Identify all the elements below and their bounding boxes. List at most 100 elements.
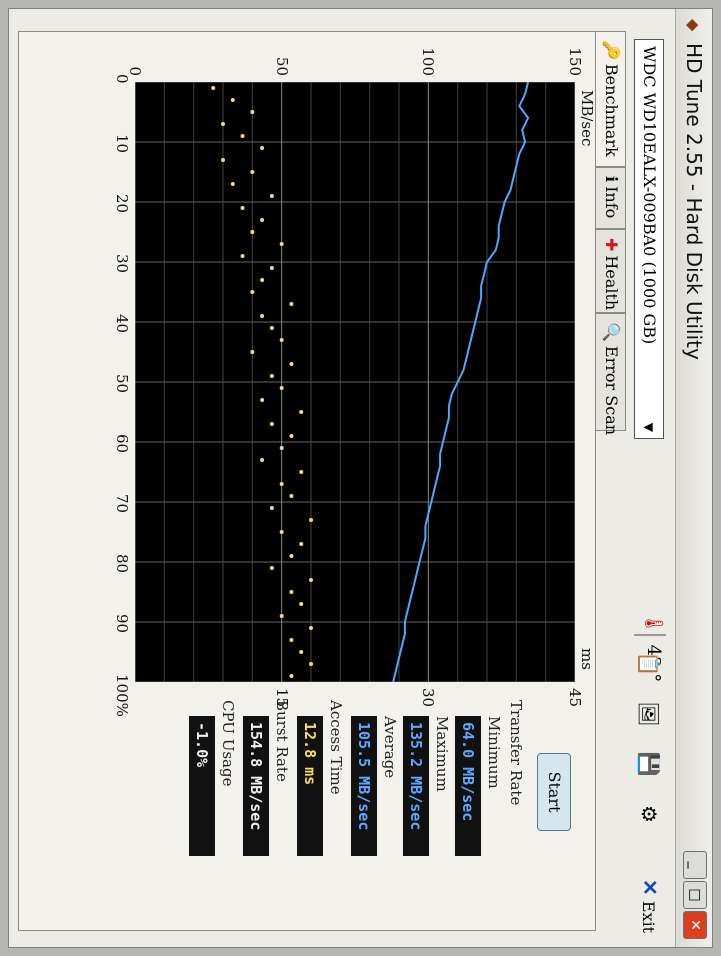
access-time-point <box>289 494 294 498</box>
access-time-point <box>260 218 265 222</box>
y-left-unit: MB/sec <box>578 90 596 147</box>
maximize-button[interactable]: □ <box>683 881 707 909</box>
access-time-point <box>260 146 265 150</box>
access-time-point <box>299 602 304 606</box>
x-tick-label: 50 <box>113 374 131 394</box>
access-time-point <box>289 590 294 594</box>
access-time-point <box>221 122 225 126</box>
exit-button[interactable]: ✕ Exit <box>638 879 662 933</box>
access-time-point <box>299 410 304 414</box>
options-button[interactable]: ⚙ <box>634 799 664 829</box>
info-icon: ℹ <box>602 176 621 183</box>
copy-text-button[interactable]: 📋 <box>634 649 664 679</box>
access-time-point <box>260 314 265 318</box>
maximum-value: 135.2 MB/sec <box>403 716 429 856</box>
access-time-point <box>260 458 265 462</box>
access-time-point <box>289 638 294 642</box>
transfer-rate-label: Transfer Rate <box>507 700 525 806</box>
access-time-point <box>279 446 284 450</box>
burst-rate-value: 154.8 MB/sec <box>243 716 269 856</box>
average-label: Average <box>381 716 399 779</box>
copy-image-icon: 🖼 <box>637 701 661 727</box>
x-tick-label: 20 <box>113 194 131 214</box>
access-time-point <box>309 626 313 630</box>
access-time-point <box>269 506 274 510</box>
access-time-point <box>269 374 274 378</box>
access-time-point <box>279 614 284 618</box>
rotated-screen: ◆ HD Tune 2.55 - Hard Disk Utility _ □ ✕… <box>0 0 721 956</box>
title-bar[interactable]: ◆ HD Tune 2.55 - Hard Disk Utility _ □ ✕ <box>675 9 712 947</box>
access-time-point <box>240 254 245 258</box>
x-tick-label: 0 <box>113 74 131 84</box>
y-right-tick-label: 15 <box>272 688 291 708</box>
access-time-label: Access Time <box>327 700 345 795</box>
tab-label: Benchmark <box>602 63 621 157</box>
minimize-button[interactable]: _ <box>683 851 707 879</box>
thermometer-icon: 🌡 <box>643 612 664 635</box>
close-button[interactable]: ✕ <box>683 911 707 939</box>
x-tick-label: 90 <box>113 614 131 634</box>
burst-rate-label: Burst Rate <box>273 700 291 782</box>
access-time-point <box>240 134 245 138</box>
access-time-point <box>250 170 255 174</box>
copy-image-button[interactable]: 🖼 <box>634 699 664 729</box>
tab-info[interactable]: ℹ Info <box>596 167 626 229</box>
access-time-point <box>240 206 245 210</box>
minimum-value: 64.0 MB/sec <box>455 716 481 856</box>
drive-select[interactable]: WDC WD10EALX-009BA0 (1000 GB) ▼ <box>634 39 664 439</box>
access-time-point <box>299 542 304 546</box>
access-time-point <box>279 242 284 246</box>
y-left-tick-label: 100 <box>419 47 438 76</box>
access-time-point <box>299 650 304 654</box>
cpu-usage-value: -1.0% <box>189 716 215 856</box>
x-tick-label: 80 <box>113 554 131 574</box>
access-time-point <box>289 302 294 306</box>
y-right-tick-label: 30 <box>419 688 438 708</box>
access-time-point <box>250 230 255 234</box>
benchmark-icon: 🔑 <box>602 40 621 60</box>
tab-error-scan[interactable]: 🔍 Error Scan <box>596 313 626 435</box>
chevron-down-icon: ▼ <box>642 422 656 432</box>
x-tick-label: 10 <box>113 134 131 154</box>
access-time-point <box>299 470 304 474</box>
options-icon: ⚙ <box>637 805 661 823</box>
chart-svg <box>135 82 575 682</box>
access-time-point <box>269 326 274 330</box>
copy-text-icon: 📋 <box>637 651 661 677</box>
access-time-point <box>230 98 235 102</box>
access-time-point <box>269 422 274 426</box>
x-tick-label: 30 <box>113 254 131 274</box>
cpu-usage-label: CPU Usage <box>219 700 237 787</box>
tab-label: Info <box>602 186 621 219</box>
access-time-point <box>221 158 225 162</box>
error-scan-icon: 🔍 <box>602 322 621 342</box>
access-time-point <box>269 194 274 198</box>
exit-label: Exit <box>639 900 658 934</box>
access-time-point <box>279 338 284 342</box>
access-time-point <box>309 662 313 666</box>
access-time-point <box>279 386 284 390</box>
x-tick-label: 40 <box>113 314 131 334</box>
y-right-unit: ms <box>578 648 596 670</box>
exit-icon: ✕ <box>638 879 662 896</box>
access-time-point <box>309 518 313 522</box>
access-time-point <box>260 398 265 402</box>
maximum-label: Maximum <box>433 716 451 792</box>
x-tick-label: 100% <box>113 674 131 717</box>
access-time-point <box>279 530 284 534</box>
access-time-point <box>289 362 294 366</box>
start-button[interactable]: Start <box>537 753 571 831</box>
tab-health[interactable]: ✚ Health <box>596 229 626 313</box>
access-time-point <box>260 278 265 282</box>
minimum-label: Minimum <box>485 716 503 789</box>
save-button[interactable]: 💾 <box>634 749 664 779</box>
access-time-point <box>289 434 294 438</box>
access-time-point <box>230 182 235 186</box>
x-tick-label: 60 <box>113 434 131 454</box>
y-left-tick-label: 50 <box>272 56 291 76</box>
access-time-value: 12.8 ms <box>297 716 323 856</box>
tab-benchmark[interactable]: 🔑 Benchmark <box>594 31 626 167</box>
health-icon: ✚ <box>602 238 621 252</box>
access-time-point <box>269 566 274 570</box>
access-time-point <box>289 674 294 678</box>
